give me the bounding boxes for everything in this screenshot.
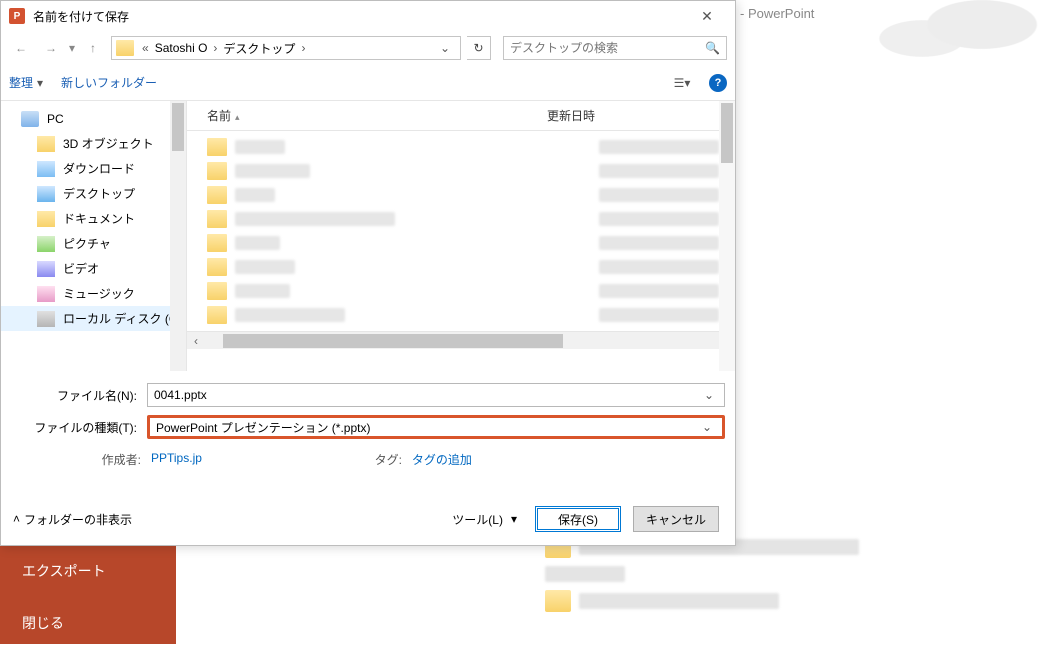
author-value[interactable]: PPTips.jp [151,451,202,468]
search-box[interactable]: 🔍 [503,36,727,60]
tree-scrollbar[interactable] [170,101,186,371]
file-list-pane: 名前▴ 更新日時 ‹ › [187,101,735,371]
app-window-title: - PowerPoint [740,6,814,21]
tools-button[interactable]: ツール(L)▾ [446,507,523,532]
address-dropdown[interactable]: ⌄ [434,41,456,55]
view-options-button[interactable]: ☰▾ [673,74,691,92]
hide-folders-toggle[interactable]: ˄ フォルダーの非表示 [13,511,132,528]
organize-button[interactable]: 整理▾ [9,74,43,91]
filename-input[interactable] [154,388,700,402]
tree-local-disk[interactable]: ローカル ディスク (C [1,306,186,331]
column-date-header[interactable]: 更新日時 [547,107,687,124]
tree-pictures[interactable]: ピクチャ [1,231,186,256]
tree-videos[interactable]: ビデオ [1,256,186,281]
tree-music[interactable]: ミュージック [1,281,186,306]
file-row[interactable] [199,159,719,183]
nav-forward-button[interactable]: → [39,36,63,60]
file-row[interactable] [199,231,719,255]
file-row[interactable] [199,135,719,159]
file-row[interactable] [199,207,719,231]
tree-pc[interactable]: PC [1,107,186,131]
close-button[interactable]: ✕ [687,2,727,30]
tree-3d-objects[interactable]: 3D オブジェクト [1,131,186,156]
powerpoint-icon: P [9,8,25,24]
new-folder-button[interactable]: 新しいフォルダー [61,74,157,91]
column-name-header[interactable]: 名前▴ [207,107,547,124]
address-bar[interactable]: « Satoshi O › デスクトップ › ⌄ [111,36,461,60]
author-label: 作成者: [1,451,141,468]
close-menu-item[interactable]: 閉じる [0,597,176,649]
folder-icon [116,40,134,56]
file-list-hscrollbar[interactable]: ‹ › [187,331,735,349]
file-row[interactable] [199,255,719,279]
tree-desktop[interactable]: デスクトップ [1,181,186,206]
nav-up-button[interactable]: ↑ [81,36,105,60]
file-row[interactable] [199,279,719,303]
breadcrumb-location[interactable]: デスクトップ [221,40,297,57]
tag-add-link[interactable]: タグの追加 [412,451,472,468]
filename-label: ファイル名(N): [11,387,141,404]
filetype-dropdown[interactable]: ⌄ [698,420,716,434]
save-as-dialog: P 名前を付けて保存 ✕ ← → ▾ ↑ « Satoshi O › デスクトッ… [0,0,736,546]
export-menu-item[interactable]: エクスポート [0,545,176,597]
tree-downloads[interactable]: ダウンロード [1,156,186,181]
filename-dropdown[interactable]: ⌄ [700,388,718,402]
cancel-button[interactable]: キャンセル [633,506,719,532]
breadcrumb-user[interactable]: Satoshi O [153,41,210,55]
chevron-right-icon: › [297,41,309,55]
filetype-value: PowerPoint プレゼンテーション (*.pptx) [156,419,698,436]
dialog-title: 名前を付けて保存 [33,8,129,25]
folder-tree[interactable]: PC 3D オブジェクト ダウンロード デスクトップ ドキュメント ピクチャ ビ… [1,101,187,371]
filename-field[interactable]: ⌄ [147,383,725,407]
tree-documents[interactable]: ドキュメント [1,206,186,231]
search-input[interactable] [510,41,705,55]
chevron-right-icon: › [209,41,221,55]
search-icon: 🔍 [705,41,720,55]
chevron-up-icon: ˄ [13,512,20,526]
help-button[interactable]: ? [709,74,727,92]
file-list-vscrollbar[interactable] [719,101,735,371]
filetype-field[interactable]: PowerPoint プレゼンテーション (*.pptx) ⌄ [147,415,725,439]
filetype-label: ファイルの種類(T): [11,419,141,436]
breadcrumb-prefix: « [138,41,153,55]
file-row[interactable] [199,303,719,327]
tag-label: タグ: [362,451,402,468]
nav-back-button[interactable]: ← [9,36,33,60]
save-button[interactable]: 保存(S) [535,506,621,532]
powerpoint-sidebar: エクスポート 閉じる [0,545,176,644]
refresh-button[interactable]: ↻ [467,36,491,60]
file-row[interactable] [199,183,719,207]
